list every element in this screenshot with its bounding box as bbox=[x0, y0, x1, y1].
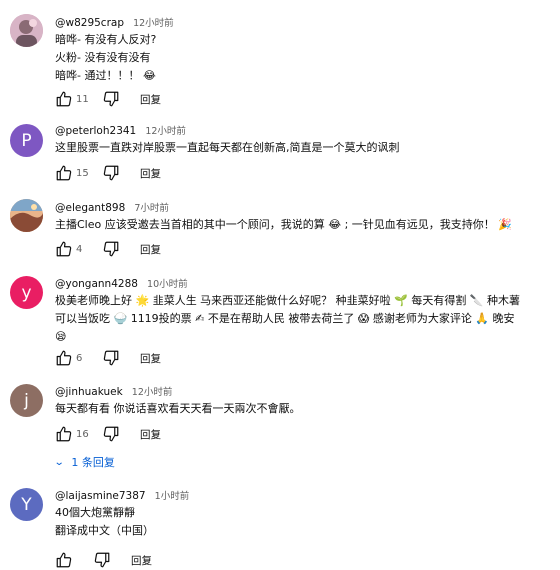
comment-line: 暗哗- 有没有人反对? bbox=[55, 33, 157, 46]
comment-item: y @yongann4288 10小时前 极美老师晚上好 🌟 韭菜人生 马来西亚… bbox=[0, 270, 560, 380]
comment-author[interactable]: @elegant898 bbox=[55, 202, 125, 214]
comment-author[interactable]: @peterloh2341 bbox=[55, 125, 136, 137]
comment-item: @elegant898 7小时前 主播Cleo 应该受邀去当首相的其中一个顾问，… bbox=[0, 194, 560, 270]
comment-time[interactable]: 12小时前 bbox=[132, 387, 173, 398]
comment-item: Y @laijasmine7387 1小时前 40個大炮黨靜靜 翻译成中文（中国… bbox=[0, 480, 560, 568]
avatar[interactable]: y bbox=[10, 276, 43, 309]
like-count: 6 bbox=[76, 352, 83, 364]
comment-text: 主播Cleo 应该受邀去当首相的其中一个顾问，我说的算 😂 ; 一针见血有远见，… bbox=[55, 216, 548, 234]
comment-line: 这里股票一直跌对岸股票一直起每天都在创新高,简直是一个莫大的讽刺 bbox=[55, 141, 400, 154]
reply-button[interactable]: 回复 bbox=[140, 242, 161, 257]
reply-button[interactable]: 回复 bbox=[140, 166, 161, 181]
avatar-letter: j bbox=[24, 390, 29, 411]
comment-time[interactable]: 7小时前 bbox=[134, 203, 169, 214]
avatar-letter: Y bbox=[21, 494, 32, 515]
comment-line: 每天都有看 你说话喜欢看天天看一天兩次不會厭。 bbox=[55, 402, 301, 415]
thumb-up-icon[interactable] bbox=[55, 240, 73, 258]
like-count: 16 bbox=[76, 428, 89, 440]
thumb-down-icon[interactable] bbox=[93, 551, 111, 569]
thumb-down-icon[interactable] bbox=[102, 240, 120, 258]
like-count: 11 bbox=[76, 93, 89, 105]
avatar[interactable] bbox=[10, 199, 43, 232]
comment-text: 每天都有看 你说话喜欢看天天看一天兩次不會厭。 bbox=[55, 400, 548, 418]
reply-button[interactable]: 回复 bbox=[131, 553, 152, 568]
thumb-up-icon[interactable] bbox=[55, 90, 73, 108]
comment-line: 暗哗- 通过！！！ 😂 bbox=[55, 69, 156, 82]
comment-text: 暗哗- 有没有人反对? 火粉- 没有没有没有 暗哗- 通过！！！ 😂 bbox=[55, 31, 548, 85]
comment-item: j @jinhuakuek 12小时前 每天都有看 你说话喜欢看天天看一天兩次不… bbox=[0, 380, 560, 480]
comment-line: 可以当饭吃 🍚 1119投的票 ✍ 不是在帮助人民 被带去荷兰了 😱 感谢老师为… bbox=[55, 312, 515, 325]
reply-button[interactable]: 回复 bbox=[140, 92, 161, 107]
replies-label: 1 条回复 bbox=[71, 456, 115, 469]
translate-link[interactable]: 翻译成中文（中国） bbox=[55, 522, 548, 540]
thumb-down-icon[interactable] bbox=[102, 164, 120, 182]
comment-time[interactable]: 12小时前 bbox=[133, 18, 174, 29]
comment-line: 火粉- 没有没有没有 bbox=[55, 51, 151, 64]
like-count: 4 bbox=[76, 243, 83, 255]
comment-time[interactable]: 12小时前 bbox=[145, 126, 186, 137]
comment-line: 主播Cleo 应该受邀去当首相的其中一个顾问，我说的算 😂 ; 一针见血有远见，… bbox=[55, 218, 512, 231]
comment-line: 极美老师晚上好 🌟 韭菜人生 马来西亚还能做什么好呢？ 种韭菜好啦 🌱 每天有得… bbox=[55, 294, 521, 307]
avatar[interactable]: j bbox=[10, 384, 43, 417]
comment-text: 极美老师晚上好 🌟 韭菜人生 马来西亚还能做什么好呢？ 种韭菜好啦 🌱 每天有得… bbox=[55, 292, 548, 346]
avatar-letter: P bbox=[21, 130, 32, 151]
thumb-up-icon[interactable] bbox=[55, 425, 73, 443]
comment-line: 😪 bbox=[55, 330, 67, 343]
comment-time[interactable]: 10小时前 bbox=[147, 279, 188, 290]
comment-author[interactable]: @yongann4288 bbox=[55, 278, 138, 290]
thumb-down-icon[interactable] bbox=[102, 425, 120, 443]
comment-item: @w8295crap 12小时前 暗哗- 有没有人反对? 火粉- 没有没有没有 … bbox=[0, 0, 560, 118]
comment-author[interactable]: @laijasmine7387 bbox=[55, 490, 146, 502]
view-replies-button[interactable]: ⌄ 1 条回复 bbox=[53, 452, 115, 472]
thumb-down-icon[interactable] bbox=[102, 90, 120, 108]
comment-time[interactable]: 1小时前 bbox=[155, 491, 190, 502]
comment-text: 40個大炮黨靜靜 翻译成中文（中国） bbox=[55, 504, 548, 540]
comment-author[interactable]: @jinhuakuek bbox=[55, 386, 123, 398]
avatar-letter: y bbox=[21, 282, 32, 303]
comment-author[interactable]: @w8295crap bbox=[55, 17, 124, 29]
reply-button[interactable]: 回复 bbox=[140, 351, 161, 366]
comment-text: 这里股票一直跌对岸股票一直起每天都在创新高,简直是一个莫大的讽刺 bbox=[55, 139, 548, 157]
avatar[interactable]: Y bbox=[10, 488, 43, 521]
thumb-up-icon[interactable] bbox=[55, 349, 73, 367]
chevron-down-icon: ⌄ bbox=[53, 456, 65, 468]
avatar[interactable] bbox=[10, 14, 43, 47]
reply-button[interactable]: 回复 bbox=[140, 427, 161, 442]
like-count: 15 bbox=[76, 167, 89, 179]
thumb-up-icon[interactable] bbox=[55, 164, 73, 182]
thumb-down-icon[interactable] bbox=[102, 349, 120, 367]
avatar[interactable]: P bbox=[10, 124, 43, 157]
comment-line: 40個大炮黨靜靜 bbox=[55, 506, 135, 519]
thumb-up-icon[interactable] bbox=[55, 551, 73, 569]
comment-item: P @peterloh2341 12小时前 这里股票一直跌对岸股票一直起每天都在… bbox=[0, 118, 560, 194]
